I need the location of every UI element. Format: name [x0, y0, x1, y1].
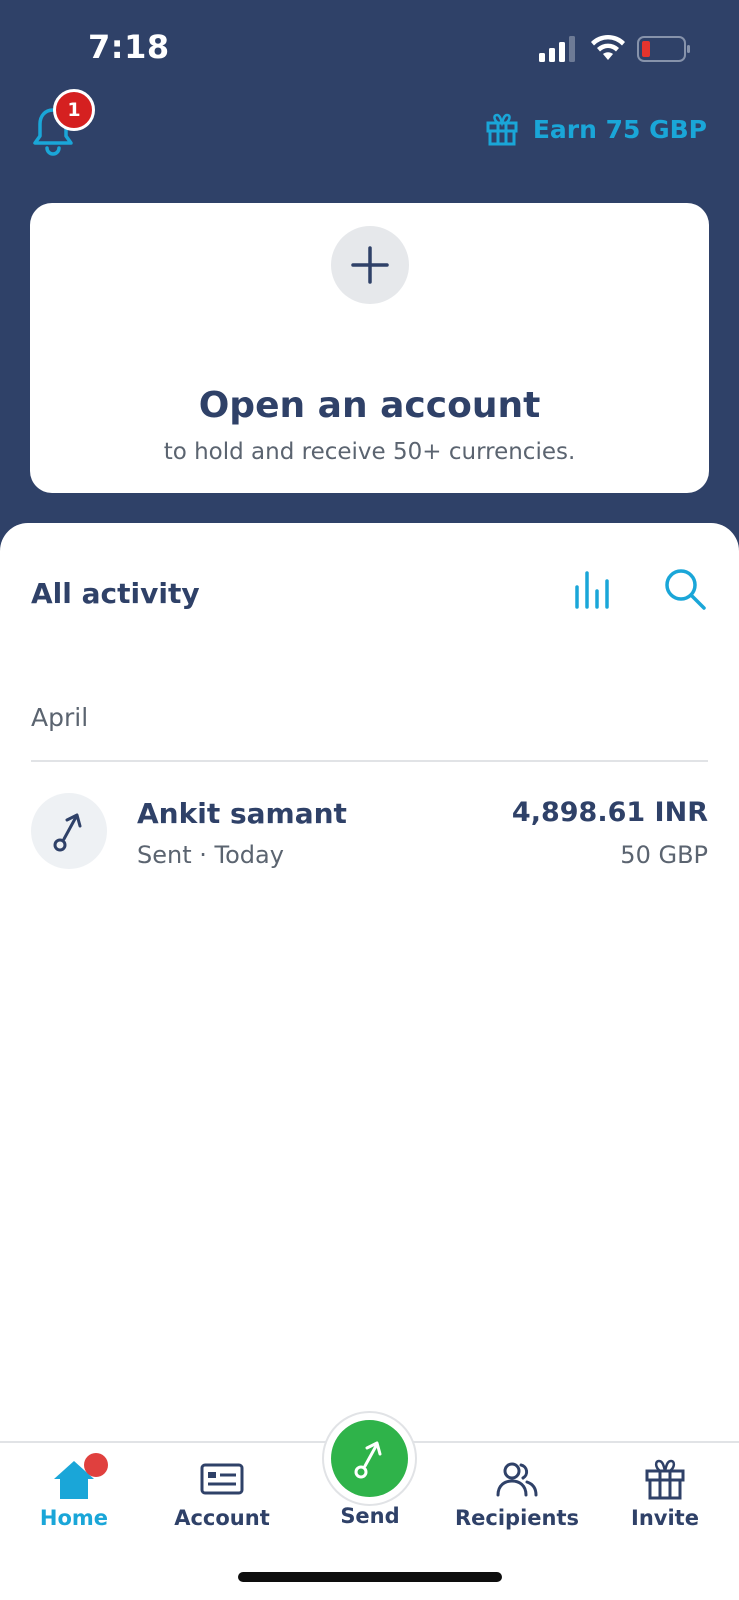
nav-label-recipients: Recipients: [454, 1506, 580, 1530]
nav-account[interactable]: Account: [148, 1443, 296, 1553]
month-header: April: [31, 703, 89, 732]
open-account-card[interactable]: Open an account to hold and receive 50+ …: [30, 203, 709, 493]
transaction-amount: 4,898.61 INR: [511, 797, 708, 828]
home-notification-dot: [84, 1453, 108, 1477]
bar-chart-icon[interactable]: [573, 567, 613, 611]
transaction-source-amount: 50 GBP: [620, 841, 708, 869]
gift-icon: [645, 1459, 685, 1500]
transaction-recipient-name: Ankit samant: [137, 797, 347, 830]
send-arrow-icon: [53, 813, 82, 852]
status-bar: 7:18: [0, 0, 739, 90]
wifi-icon: [591, 34, 625, 60]
card-subtitle: to hold and receive 50+ currencies.: [163, 439, 576, 465]
status-time: 7:18: [88, 28, 170, 66]
cellular-signal-icon: [539, 36, 575, 62]
activity-title: All activity: [31, 577, 200, 610]
nav-label-account: Account: [174, 1506, 270, 1530]
recipients-icon: [496, 1462, 538, 1497]
send-arrow-icon: [354, 1441, 381, 1478]
battery-low-icon: [637, 36, 690, 62]
nav-label-home: Home: [39, 1506, 109, 1530]
notification-badge: 1: [53, 89, 95, 131]
send-button[interactable]: [331, 1420, 408, 1497]
nav-label-send[interactable]: Send: [296, 1504, 444, 1528]
transaction-status: Sent · Today: [137, 841, 284, 869]
account-card-icon: [200, 1463, 244, 1495]
gift-icon: [486, 113, 518, 146]
nav-recipients[interactable]: Recipients: [443, 1443, 591, 1553]
plus-icon: [351, 246, 389, 284]
card-title: Open an account: [198, 385, 541, 426]
earn-referral-button[interactable]: Earn 75 GBP: [485, 112, 707, 146]
transaction-row[interactable]: Ankit samant Sent · Today 4,898.61 INR 5…: [31, 793, 708, 873]
nav-home[interactable]: Home: [0, 1443, 148, 1553]
transaction-icon-circle: [31, 793, 107, 869]
earn-label: Earn 75 GBP: [532, 114, 707, 144]
nav-invite[interactable]: Invite: [591, 1443, 739, 1553]
add-account-button[interactable]: [331, 226, 409, 304]
home-indicator: [238, 1572, 502, 1582]
search-icon[interactable]: [663, 567, 707, 611]
nav-label-invite: Invite: [631, 1506, 699, 1530]
divider: [31, 760, 708, 762]
